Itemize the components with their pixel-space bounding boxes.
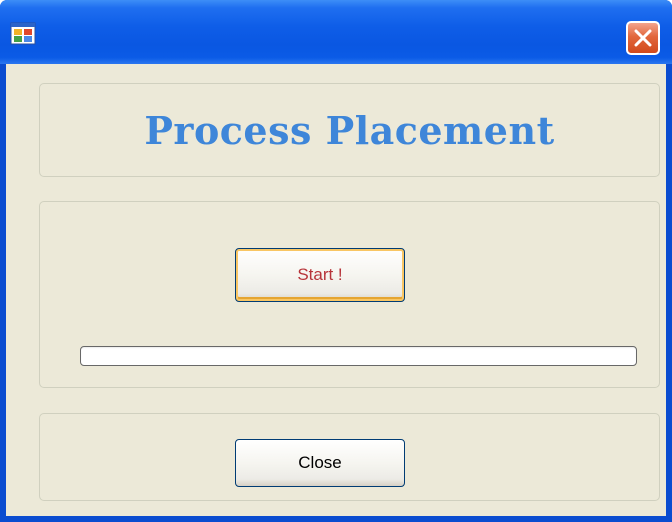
footer-group: Close — [39, 413, 660, 501]
title-bar[interactable] — [0, 0, 672, 64]
process-group: Start ! — [39, 201, 660, 388]
app-window-icon — [10, 22, 36, 45]
start-button[interactable]: Start ! — [235, 248, 405, 302]
dialog-window: Process Placement Start ! Close — [0, 0, 672, 522]
close-icon — [634, 29, 652, 47]
title-group: Process Placement — [39, 83, 660, 177]
page-title: Process Placement — [144, 108, 555, 153]
dialog-client-area: Process Placement Start ! Close — [6, 64, 666, 516]
window-close-button[interactable] — [626, 21, 660, 55]
close-button[interactable]: Close — [235, 439, 405, 487]
progress-bar — [80, 346, 637, 366]
